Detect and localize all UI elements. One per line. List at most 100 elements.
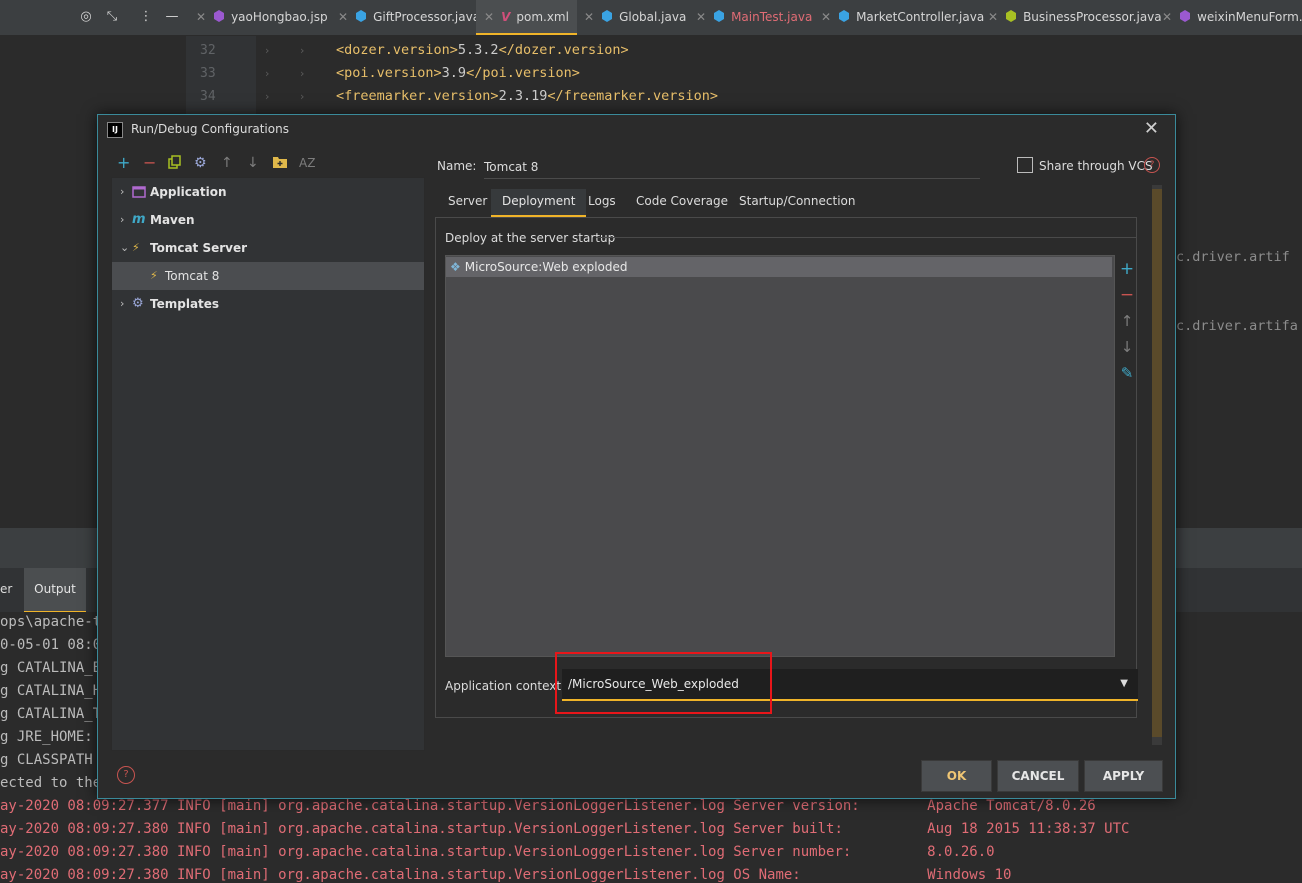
background-panel (1176, 200, 1302, 500)
line-number: 33 (200, 66, 216, 81)
console-line: ected to the (0, 775, 102, 791)
chevron-right-icon[interactable]: › (120, 206, 124, 234)
close-icon[interactable]: ✕ (484, 10, 494, 24)
tree-item-tomcat-8[interactable]: ⚡ Tomcat 8 (112, 262, 424, 290)
help-icon[interactable]: ? (117, 766, 135, 784)
dialog-title: Run/Debug Configurations (131, 122, 289, 136)
tab-giftprocessor[interactable]: ✕ GiftProcessor.java (338, 0, 480, 35)
add-icon[interactable]: + (1119, 261, 1135, 278)
close-icon[interactable]: ✕ (584, 10, 594, 24)
apply-button[interactable]: APPLY (1084, 760, 1163, 792)
close-icon[interactable]: ✕ (338, 10, 348, 24)
close-icon[interactable]: ✕ (1162, 10, 1172, 24)
tab-server[interactable]: er (0, 582, 12, 596)
class-icon (1006, 10, 1017, 22)
chevron-right-icon[interactable]: › (120, 290, 124, 318)
tab-logs[interactable]: Logs (578, 189, 626, 215)
add-icon[interactable]: + (117, 155, 130, 171)
close-icon[interactable]: ✕ (696, 10, 706, 24)
log-line: ay-2020 08:09:27.380 INFO [main] org.apa… (0, 821, 1130, 837)
copy-icon[interactable] (168, 155, 182, 169)
collapse-icon[interactable]: ⤡ (104, 9, 120, 25)
help-icon[interactable]: ? (1144, 157, 1160, 173)
tab-code-coverage[interactable]: Code Coverage (626, 189, 738, 215)
tab-businessprocessor[interactable]: ✕ BusinessProcessor.java (988, 0, 1162, 35)
highlight-box (555, 652, 772, 714)
move-up-icon[interactable]: ↑ (1119, 313, 1135, 329)
log-line: ay-2020 08:09:27.380 INFO [main] org.apa… (0, 867, 1012, 883)
tomcat-icon: ⚡ (150, 269, 158, 282)
close-icon[interactable]: ✕ (988, 10, 998, 24)
editor-tab-bar: ◎ ⤡ ⋮ — ✕ yaoHongbao.jsp ✕ GiftProcessor.j… (0, 0, 1302, 36)
tab-yaohongbao[interactable]: ✕ yaoHongbao.jsp (196, 0, 328, 35)
artifact-list[interactable]: ❖ MicroSource:Web exploded (445, 255, 1115, 657)
more-icon[interactable]: ⋮ (138, 9, 154, 25)
tab-weixinmenuform[interactable]: ✕weixinMenuForm.jsp (1162, 0, 1302, 35)
settings-icon[interactable]: ⚙ (194, 155, 207, 171)
remove-icon[interactable]: − (143, 155, 156, 171)
tree-item-application[interactable]: › Application (112, 178, 424, 206)
tab-maintest[interactable]: ✕ MainTest.java (696, 0, 812, 35)
tab-pom[interactable]: ✕ Vpom.xml (476, 0, 577, 35)
list-item[interactable]: ❖ MicroSource:Web exploded (446, 257, 1112, 277)
console-line: g JRE_HOME: (0, 729, 102, 745)
code-line: <dozer.version>5.3.2</dozer.version> (336, 42, 629, 58)
name-label: Name: (437, 159, 477, 173)
log-line: ay-2020 08:09:27.380 INFO [main] org.apa… (0, 844, 995, 860)
line-number: 32 (200, 43, 216, 58)
console-line: 0-05-01 08:0 (0, 637, 102, 653)
sort-icon[interactable]: AZ (299, 155, 315, 171)
ok-button[interactable]: OK (921, 760, 992, 792)
artifact-icon: ❖ (450, 260, 461, 274)
gear-icon: ⚙ (132, 296, 144, 311)
move-down-icon[interactable]: ↓ (1119, 339, 1135, 355)
folder-icon[interactable] (273, 156, 287, 168)
dialog-title-bar: IJ Run/Debug Configurations ✕ (98, 115, 1175, 143)
tree-item-maven[interactable]: › m Maven (112, 206, 424, 234)
section-divider (596, 237, 1136, 238)
code-line: <freemarker.version>2.3.19</freemarker.v… (336, 88, 719, 104)
tomcat-icon: ⚡ (132, 241, 140, 254)
console-line: g CLASSPATH (0, 752, 102, 768)
share-through-vcs-label: Share through VCS (1039, 159, 1153, 173)
fold-icon: › (300, 44, 305, 57)
scrollbar[interactable] (1152, 185, 1162, 745)
close-icon[interactable]: ✕ (196, 10, 206, 24)
tree-item-tomcat-server[interactable]: ⌄ ⚡ Tomcat Server (112, 234, 424, 262)
class-icon (839, 10, 850, 22)
console-line: g CATALINA_H (0, 683, 102, 699)
target-icon[interactable]: ◎ (78, 9, 94, 25)
application-icon (132, 186, 146, 198)
log-line: ay-2020 08:09:27.377 INFO [main] org.apa… (0, 798, 1096, 814)
code-fragment: c.driver.artif (1176, 249, 1290, 265)
close-icon[interactable]: ✕ (1144, 118, 1159, 139)
cancel-button[interactable]: CANCEL (997, 760, 1079, 792)
chevron-down-icon[interactable]: ⌄ (120, 234, 129, 262)
share-through-vcs-checkbox[interactable] (1017, 157, 1033, 173)
tab-global[interactable]: ✕ Global.java (584, 0, 686, 35)
move-down-icon[interactable]: ↓ (247, 155, 259, 171)
name-field[interactable]: Tomcat 8 (484, 156, 980, 179)
tab-startup-connection[interactable]: Startup/Connection (729, 189, 865, 215)
move-up-icon[interactable]: ↑ (221, 155, 233, 171)
minimize-icon[interactable]: — (164, 9, 180, 25)
chevron-right-icon[interactable]: › (120, 178, 124, 206)
remove-icon[interactable]: − (1119, 287, 1135, 304)
edit-icon[interactable]: ✎ (1119, 365, 1135, 381)
chevron-down-icon[interactable]: ▼ (1120, 669, 1128, 699)
tab-output[interactable]: Output (24, 568, 86, 613)
intellij-icon: IJ (107, 122, 123, 138)
tab-deployment[interactable]: Deployment (491, 189, 587, 217)
class-icon (356, 10, 367, 22)
close-icon[interactable]: ✕ (821, 10, 831, 24)
line-number: 34 (200, 89, 216, 104)
code-fragment: c.driver.artifa (1176, 318, 1298, 334)
jsp-icon (214, 10, 225, 22)
maven-icon: V (501, 10, 511, 24)
code-line: <poi.version>3.9</poi.version> (336, 65, 580, 81)
tab-marketcontroller[interactable]: ✕ MarketController.java (821, 0, 984, 35)
tree-item-templates[interactable]: › ⚙ Templates (112, 290, 424, 318)
application-context-label: Application context: (445, 679, 566, 693)
tab-server[interactable]: Server (438, 189, 497, 215)
class-icon (714, 10, 725, 22)
